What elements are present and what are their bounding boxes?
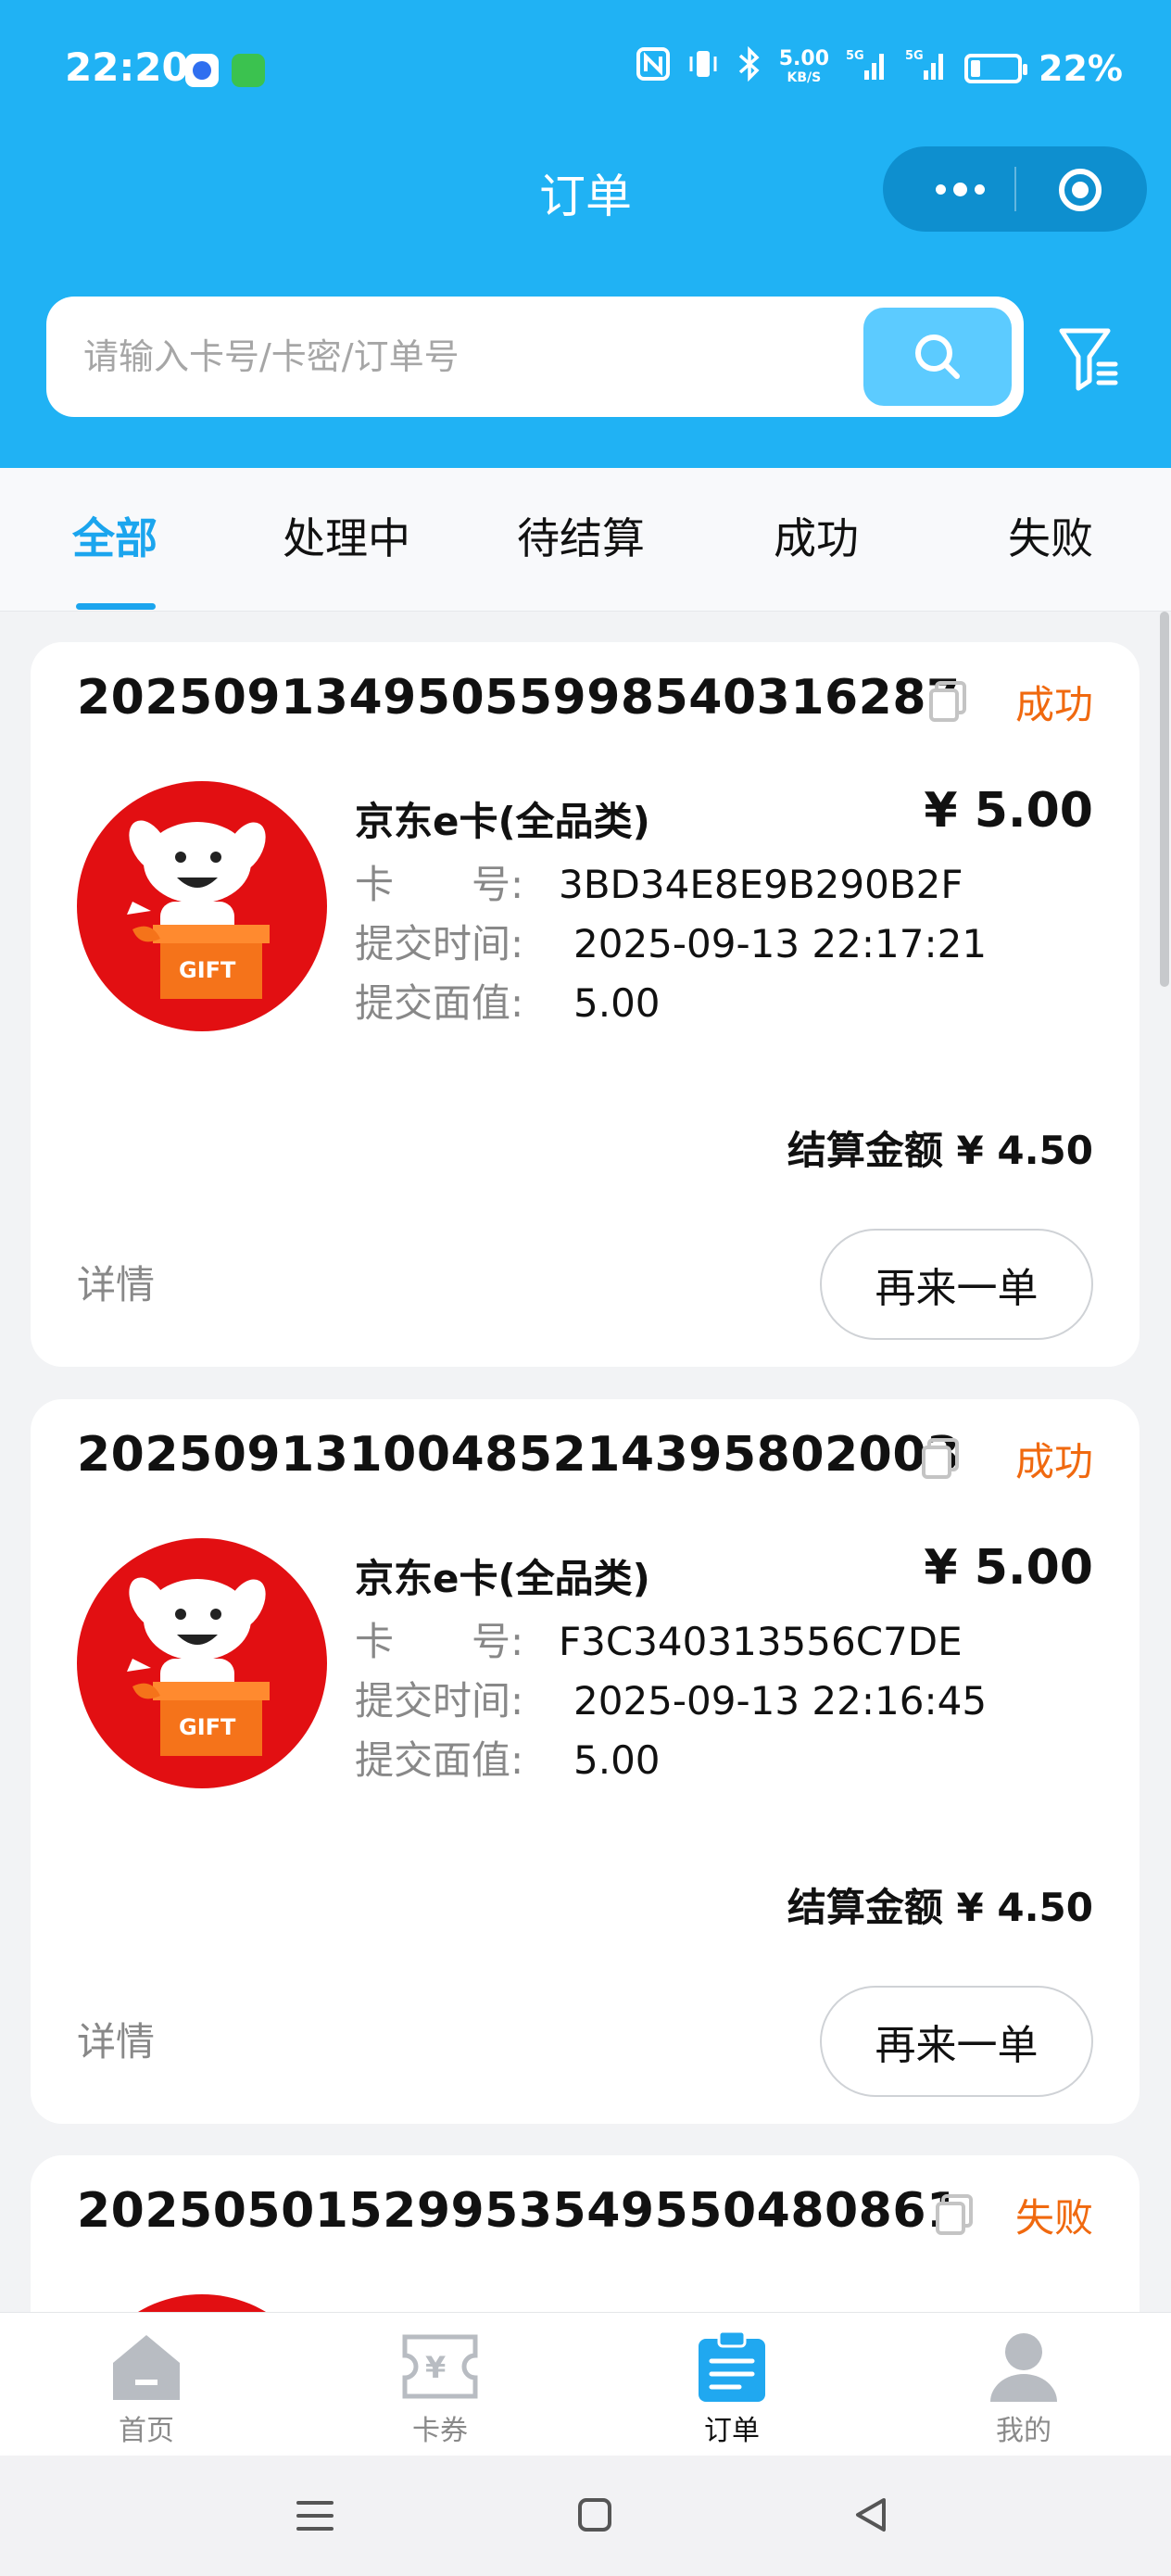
- copy-icon[interactable]: [920, 1436, 961, 1481]
- face-value-row: 提交面值: 5.00: [355, 1729, 661, 1786]
- status-icons: 5.00 KB/S 5G 5G 22%: [636, 45, 1123, 90]
- status-bar: 22:20 5.00 KB/S 5G 5G 22%: [0, 0, 1171, 139]
- order-card[interactable]: 20250501529953549550480861 失败: [31, 2155, 1140, 2313]
- user-icon: [985, 2330, 1063, 2404]
- order-icon: [693, 2330, 771, 2404]
- nav-profile[interactable]: 我的: [950, 2330, 1098, 2448]
- scrollbar[interactable]: [1160, 612, 1169, 987]
- submit-time-value: 2025-09-13 22:17:21: [573, 921, 988, 966]
- nav-profile-label: 我的: [996, 2415, 1051, 2447]
- product-name: 京东e卡(全品类): [355, 799, 650, 844]
- card-number-label: 卡 号:: [355, 1619, 524, 1664]
- system-navigation-bar: [0, 2456, 1171, 2576]
- submit-time-row: 提交时间: 2025-09-13 22:16:45: [355, 1670, 987, 1726]
- app-header: 22:20 5.00 KB/S 5G 5G 22% 订单 请输入卡号/卡密/订单…: [0, 0, 1171, 468]
- order-number: 20250913495055998540316287: [77, 670, 961, 726]
- battery-percent: 22%: [1039, 47, 1123, 89]
- signal-5g-icon: 5G: [905, 46, 948, 90]
- gift-label: GIFT: [179, 1714, 236, 1740]
- tab-processing[interactable]: 处理中: [283, 505, 410, 566]
- capsule-divider: [1014, 167, 1016, 211]
- order-number: 20250913100485214395802003: [77, 1427, 961, 1483]
- tab-success[interactable]: 成功: [774, 505, 859, 566]
- card-number-value: F3C340313556C7DE: [559, 1619, 963, 1664]
- product-name: 京东e卡(全品类): [355, 1556, 650, 1601]
- battery-icon: [964, 53, 1028, 83]
- notification-app-icon: [185, 54, 219, 87]
- order-price: ¥ 5.00: [924, 1540, 1093, 1596]
- miniprogram-capsule: [883, 146, 1147, 232]
- reorder-button[interactable]: 再来一单: [820, 1986, 1093, 2097]
- submit-time-value: 2025-09-13 22:16:45: [573, 1678, 988, 1724]
- submit-time-label: 提交时间:: [355, 921, 524, 966]
- back-icon[interactable]: [852, 2496, 889, 2533]
- tab-pending-settlement[interactable]: 待结算: [517, 505, 645, 566]
- search-bar: [46, 297, 1024, 417]
- status-time: 22:20: [65, 44, 189, 90]
- jd-gift-card-image: GIFT: [77, 1538, 327, 1788]
- settlement-amount: 结算金额 ¥ 4.50: [787, 1128, 1093, 1173]
- notification-app-icon: [232, 54, 265, 87]
- face-value-row: 提交面值: 5.00: [355, 972, 661, 1029]
- reorder-button[interactable]: 再来一单: [820, 1229, 1093, 1340]
- search-button[interactable]: [863, 308, 1012, 406]
- jd-gift-card-image: [136, 2294, 268, 2313]
- order-card[interactable]: 20250913100485214395802003 成功 GIFT 京东e卡(…: [31, 1399, 1140, 2124]
- card-number-row: 卡 号: 3BD34E8E9B290B2F: [355, 853, 963, 910]
- vibrate-icon: [686, 47, 720, 89]
- bluetooth-icon: [737, 45, 762, 90]
- order-card[interactable]: 20250913495055998540316287 成功 GIFT 京东e卡(…: [31, 642, 1140, 1367]
- nav-coupons-label: 卡券: [412, 2415, 468, 2447]
- nav-home[interactable]: 首页: [72, 2330, 220, 2448]
- tab-all[interactable]: 全部: [72, 505, 157, 566]
- search-input[interactable]: [83, 324, 862, 389]
- card-number-row: 卡 号: F3C340313556C7DE: [355, 1610, 963, 1667]
- network-speed-value: 5.00: [778, 46, 830, 70]
- home-square-icon[interactable]: [576, 2496, 613, 2533]
- filter-icon: [1059, 328, 1118, 391]
- signal-5g-icon: 5G: [846, 46, 888, 90]
- submit-time-row: 提交时间: 2025-09-13 22:17:21: [355, 913, 987, 969]
- face-value-value: 5.00: [573, 1737, 661, 1783]
- home-icon: [107, 2330, 185, 2404]
- order-number: 20250501529953549550480861: [77, 2183, 961, 2239]
- svg-text:5G: 5G: [905, 49, 924, 63]
- face-value-label: 提交面值:: [355, 980, 524, 1026]
- face-value-label: 提交面值:: [355, 1737, 524, 1783]
- order-price: ¥ 5.00: [924, 783, 1093, 839]
- nfc-icon: [636, 47, 670, 89]
- svg-text:5G: 5G: [846, 49, 864, 63]
- face-value-value: 5.00: [573, 980, 661, 1026]
- jd-gift-card-image: GIFT: [77, 781, 327, 1031]
- svg-text:¥: ¥: [425, 2350, 446, 2385]
- gift-label: GIFT: [179, 957, 236, 983]
- order-status: 成功: [1014, 1439, 1093, 1484]
- settlement-amount: 结算金额 ¥ 4.50: [787, 1885, 1093, 1930]
- card-number-value: 3BD34E8E9B290B2F: [559, 862, 963, 907]
- status-tabs: 全部 处理中 待结算 成功 失败: [0, 468, 1171, 612]
- nav-orders[interactable]: 订单: [658, 2330, 806, 2448]
- search-icon: [915, 335, 960, 379]
- active-tab-indicator: [76, 603, 156, 610]
- card-number-label: 卡 号:: [355, 862, 524, 907]
- filter-button[interactable]: [1056, 320, 1121, 394]
- network-speed-unit: KB/S: [787, 69, 822, 85]
- network-speed: 5.00 KB/S: [778, 46, 830, 87]
- details-link[interactable]: 详情: [77, 1254, 155, 1310]
- coupon-icon: ¥: [401, 2330, 479, 2404]
- order-status: 失败: [1014, 2195, 1093, 2241]
- nav-orders-label: 订单: [704, 2415, 760, 2447]
- nav-home-label: 首页: [119, 2415, 174, 2447]
- more-icon[interactable]: [918, 169, 1001, 209]
- details-link[interactable]: 详情: [77, 2011, 155, 2067]
- copy-icon[interactable]: [927, 679, 968, 724]
- bottom-tab-bar: 首页 ¥ 卡券 订单 我的: [0, 2312, 1171, 2456]
- nav-coupons[interactable]: ¥ 卡券: [366, 2330, 514, 2448]
- close-target-icon[interactable]: [1059, 169, 1102, 211]
- menu-icon[interactable]: [295, 2497, 335, 2534]
- order-status: 成功: [1014, 682, 1093, 727]
- copy-icon[interactable]: [934, 2192, 975, 2237]
- tab-failed[interactable]: 失败: [1008, 505, 1093, 566]
- submit-time-label: 提交时间:: [355, 1678, 524, 1724]
